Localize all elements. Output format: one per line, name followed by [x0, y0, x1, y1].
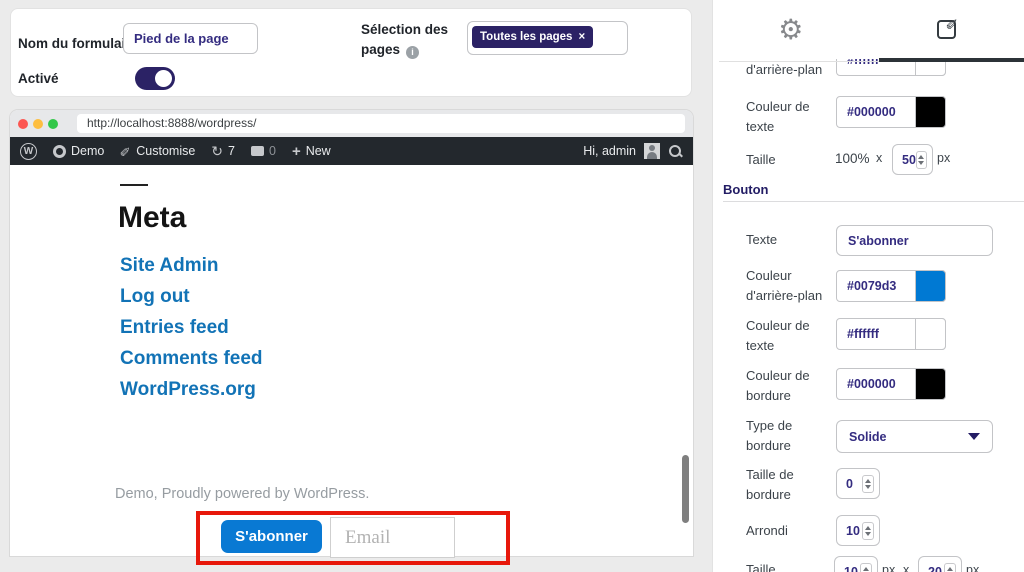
chevron-down-icon: [968, 433, 980, 440]
annotation-highlight-box: S'abonner: [196, 511, 510, 565]
size-times: x: [876, 151, 883, 165]
active-toggle[interactable]: [135, 67, 175, 90]
button-bg-label: Couleur d'arrière-plan: [746, 268, 823, 303]
widget-heading: Meta: [118, 201, 187, 234]
tab-settings[interactable]: ⚙: [713, 0, 869, 59]
email-field[interactable]: [330, 517, 455, 558]
bottom-size-label: Taille: [746, 562, 776, 572]
adminbar-updates[interactable]: ↻ 7: [211, 144, 235, 158]
site-content: Meta Site Admin Log out Entries feed Com…: [10, 165, 693, 556]
tag-close-icon[interactable]: ×: [578, 31, 585, 43]
button-bg-swatch[interactable]: [915, 270, 946, 302]
wp-admin-bar: W Demo ✎ Customise ↻ 7 0 + New Hi, admin: [10, 137, 693, 165]
adminbar-customise-link[interactable]: ✎ Customise: [118, 144, 195, 158]
adminbar-new-button[interactable]: + New: [292, 143, 331, 160]
avatar[interactable]: [644, 143, 660, 159]
search-icon[interactable]: [668, 144, 683, 159]
pages-multiselect[interactable]: Toutes les pages ×: [467, 21, 628, 55]
traffic-light-yellow: [33, 118, 43, 129]
stepper-arrows-icon[interactable]: [860, 562, 872, 572]
radius-stepper[interactable]: 10: [836, 515, 880, 546]
plus-icon: +: [291, 142, 301, 160]
gear-icon: ⚙: [778, 13, 804, 45]
border-color-input[interactable]: #000000: [836, 368, 946, 400]
button-text-color-input[interactable]: #ffffff: [836, 318, 946, 350]
browser-preview: http://localhost:8888/wordpress/ W Demo …: [10, 110, 693, 556]
size-percent: 100%: [835, 151, 870, 166]
app-window: Nom du formulaire Pied de la page Sélect…: [0, 0, 1024, 572]
heading-divider: [120, 184, 148, 186]
border-color-label: Couleur de bordure: [746, 368, 810, 403]
bg-color-label-partial: d'arrière-plan: [746, 62, 823, 77]
link-log-out[interactable]: Log out: [120, 286, 190, 308]
button-text-color-swatch[interactable]: [915, 318, 946, 350]
size-unit: px: [937, 151, 951, 165]
adminbar-greeting[interactable]: Hi, admin: [583, 144, 636, 158]
border-type-select[interactable]: Solide: [836, 420, 993, 453]
form-name-label: Nom du formulaire: [18, 36, 139, 51]
active-tab-indicator: [879, 58, 1024, 62]
text-color-input[interactable]: #000000: [836, 96, 946, 128]
border-size-stepper[interactable]: 0: [836, 468, 880, 499]
url-bar[interactable]: http://localhost:8888/wordpress/: [77, 114, 685, 133]
radius-label: Arrondi: [746, 523, 788, 538]
edit-icon: ✎: [936, 18, 961, 39]
button-section-header: Bouton: [723, 182, 769, 197]
button-bg-input[interactable]: #0079d3: [836, 270, 946, 302]
size-height-stepper[interactable]: 50: [892, 144, 933, 175]
update-icon: ↻: [211, 143, 224, 159]
wp-logo-icon[interactable]: W: [20, 142, 37, 160]
link-site-admin[interactable]: Site Admin: [120, 255, 219, 277]
stepper-arrows-icon[interactable]: [944, 562, 956, 572]
adminbar-comments[interactable]: 0: [250, 144, 276, 158]
toggle-knob: [155, 70, 172, 87]
adminbar-site-link[interactable]: Demo: [53, 144, 104, 158]
text-color-swatch[interactable]: [915, 96, 946, 128]
form-settings-card: Nom du formulaire Pied de la page Sélect…: [10, 8, 692, 97]
border-type-label: Type de bordure: [746, 418, 793, 453]
link-entries-feed[interactable]: Entries feed: [120, 317, 229, 339]
active-label: Activé: [18, 71, 59, 86]
pages-select-label: Sélection des pages i: [361, 22, 449, 59]
border-size-label: Taille de bordure: [746, 467, 794, 502]
stepper-arrows-icon[interactable]: [862, 474, 874, 493]
link-comments-feed[interactable]: Comments feed: [120, 348, 263, 370]
selected-page-tag: Toutes les pages ×: [472, 26, 594, 48]
panel-tabs: ⚙ ✎: [713, 0, 1024, 59]
site-footer-text: Demo, Proudly powered by WordPress.: [115, 486, 370, 502]
link-wordpress-org[interactable]: WordPress.org: [120, 379, 256, 401]
browser-chrome: http://localhost:8888/wordpress/: [10, 110, 693, 137]
dashboard-icon: [53, 144, 66, 158]
traffic-light-green: [48, 118, 58, 129]
text-color-label: Couleur de texte: [746, 99, 810, 134]
form-name-input[interactable]: Pied de la page: [123, 23, 258, 54]
border-color-swatch[interactable]: [915, 368, 946, 400]
info-icon[interactable]: i: [406, 46, 420, 59]
bottom-size-width-stepper[interactable]: 10: [834, 556, 878, 572]
settings-panel: d'arrière-plan #ffffff ⚙ ✎ Couleur de te…: [712, 0, 1024, 572]
tab-design[interactable]: ✎: [869, 0, 1024, 59]
bottom-size-height-stepper[interactable]: 20: [918, 556, 962, 572]
button-text-label: Texte: [746, 232, 778, 247]
button-text-color-label: Couleur de texte: [746, 318, 810, 353]
section-divider: [723, 201, 1024, 202]
bottom-size-unit1: px: [882, 563, 896, 572]
size-label: Taille: [746, 152, 776, 167]
traffic-light-red: [18, 118, 28, 129]
stepper-arrows-icon[interactable]: [915, 150, 927, 169]
comment-icon: [250, 146, 264, 156]
button-text-input[interactable]: S'abonner: [836, 225, 993, 256]
stepper-arrows-icon[interactable]: [862, 521, 874, 540]
preview-scrollbar[interactable]: [682, 455, 689, 523]
bottom-size-unit2: px: [966, 563, 980, 572]
subscribe-button[interactable]: S'abonner: [221, 520, 322, 553]
bottom-size-times: x: [903, 563, 910, 572]
brush-icon: ✎: [118, 145, 134, 157]
